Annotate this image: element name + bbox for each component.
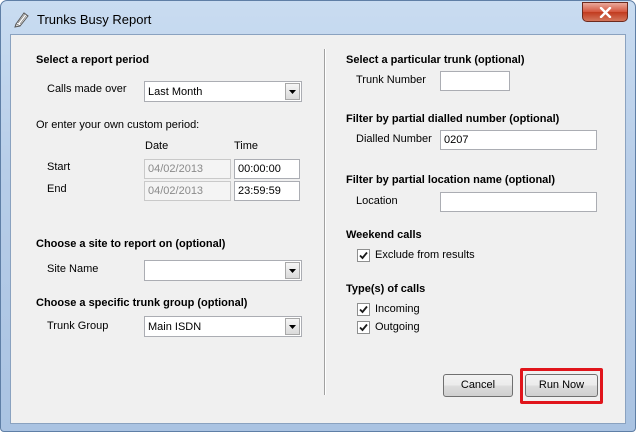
custom-period-hint: Or enter your own custom period:	[36, 119, 200, 131]
weekend-calls-heading: Weekend calls	[346, 229, 422, 241]
exclude-weekend-label: Exclude from results	[375, 249, 475, 261]
trunk-heading: Select a particular trunk (optional)	[346, 54, 525, 66]
start-time-input[interactable]	[234, 159, 300, 179]
report-app-icon	[14, 12, 29, 28]
trunk-number-label: Trunk Number	[356, 74, 426, 86]
calls-made-over-dropdown-button[interactable]	[285, 83, 300, 100]
trunk-group-heading: Choose a specific trunk group (optional)	[36, 297, 248, 309]
checkmark-icon	[359, 251, 368, 260]
time-column-header: Time	[234, 140, 259, 152]
incoming-label: Incoming	[375, 303, 420, 315]
chevron-down-icon	[289, 269, 296, 273]
site-name-dropdown-button[interactable]	[285, 262, 300, 279]
close-icon	[599, 7, 612, 18]
dialled-number-heading: Filter by partial dialled number (option…	[346, 113, 560, 125]
end-label: End	[47, 183, 67, 195]
chevron-down-icon	[289, 90, 296, 94]
location-heading: Filter by partial location name (optiona…	[346, 174, 556, 186]
calls-made-over-value: Last Month	[148, 86, 203, 98]
report-window: Trunks Busy Report Select a report perio…	[0, 0, 636, 432]
end-date-input[interactable]	[144, 181, 231, 201]
end-time-input[interactable]	[234, 181, 300, 201]
column-divider	[324, 49, 326, 395]
start-label: Start	[47, 161, 71, 173]
cancel-button[interactable]: Cancel	[443, 374, 513, 397]
trunk-number-input[interactable]	[440, 71, 510, 91]
outgoing-checkbox[interactable]	[357, 321, 370, 334]
trunk-group-value: Main ISDN	[148, 321, 202, 333]
trunk-group-label: Trunk Group	[47, 320, 109, 332]
run-now-button[interactable]: Run Now	[525, 374, 598, 397]
close-button[interactable]	[582, 2, 628, 22]
site-heading: Choose a site to report on (optional)	[36, 238, 226, 250]
site-name-label: Site Name	[47, 263, 99, 275]
exclude-weekend-checkbox[interactable]	[357, 249, 370, 262]
location-input[interactable]	[440, 192, 597, 212]
incoming-checkbox[interactable]	[357, 303, 370, 316]
call-types-heading: Type(s) of calls	[346, 283, 426, 295]
checkmark-icon	[359, 305, 368, 314]
checkmark-icon	[359, 323, 368, 332]
dialog-body: Select a report period Calls made over L…	[10, 34, 626, 424]
window-title: Trunks Busy Report	[37, 12, 152, 27]
date-column-header: Date	[145, 140, 169, 152]
outgoing-label: Outgoing	[375, 321, 420, 333]
trunk-group-dropdown-button[interactable]	[285, 318, 300, 335]
calls-made-over-label: Calls made over	[47, 83, 127, 95]
trunk-group-select[interactable]: Main ISDN	[144, 316, 302, 337]
location-label: Location	[356, 195, 398, 207]
start-date-input[interactable]	[144, 159, 231, 179]
site-name-select[interactable]	[144, 260, 302, 281]
calls-made-over-select[interactable]: Last Month	[144, 81, 302, 102]
chevron-down-icon	[289, 325, 296, 329]
title-bar[interactable]: Trunks Busy Report	[1, 1, 635, 35]
dialled-number-input[interactable]	[440, 130, 597, 150]
report-period-heading: Select a report period	[36, 54, 150, 66]
dialled-number-label: Dialled Number	[356, 133, 432, 145]
